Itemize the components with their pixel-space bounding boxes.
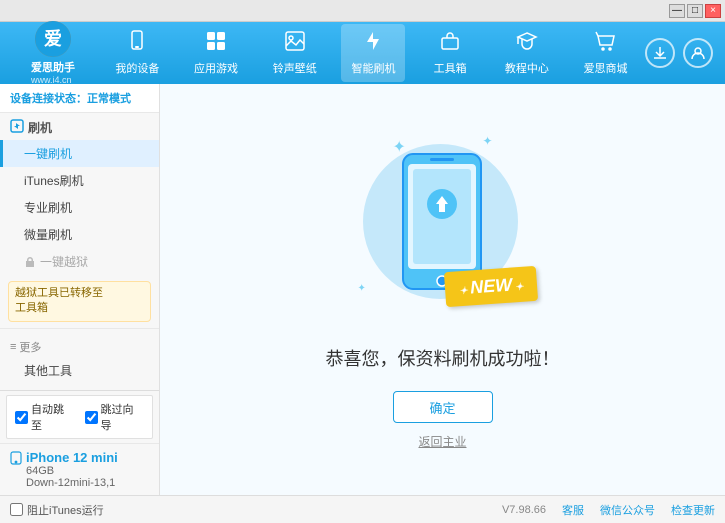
device-name: iPhone 12 mini — [10, 450, 149, 465]
bottom-bar-right: V7.98.66 客服 微信公众号 检查更新 — [502, 502, 715, 518]
toolbox-icon — [439, 30, 461, 58]
more-icon: ≡ — [10, 341, 16, 353]
nav-smart-flash[interactable]: 智能刷机 — [341, 24, 405, 82]
sidebar-item-one-click-flash[interactable]: 一键刷机 — [0, 140, 159, 167]
logo-text: 爱思助手 www.i4.cn — [31, 59, 75, 85]
sidebar-item-jailbreak-disabled: 一键越狱 — [0, 248, 159, 275]
connection-status: 设备连接状态：正常模式 — [0, 84, 159, 113]
device-firmware: Down-12mini-13,1 — [10, 477, 149, 489]
device-icon — [126, 30, 148, 58]
nav-right-controls — [645, 38, 713, 68]
sidebar-divider — [0, 328, 159, 329]
check-update-link[interactable]: 检查更新 — [671, 502, 715, 518]
new-badge: ✦ NEW ✦ — [444, 266, 539, 307]
skip-guide-checkbox[interactable] — [85, 411, 98, 424]
back-home-link[interactable]: 返回主业 — [418, 433, 466, 450]
checkboxes-container: 自动跳至 跳过向导 — [6, 395, 153, 439]
sidebar-item-itunes-flash[interactable]: iTunes刷机 — [0, 167, 159, 194]
window-controls[interactable]: — □ × — [669, 4, 721, 18]
nav-my-device[interactable]: 我的设备 — [105, 24, 169, 82]
svg-text:爱: 爱 — [44, 29, 62, 49]
close-button[interactable]: × — [705, 4, 721, 18]
auto-jump-checkbox[interactable] — [15, 411, 28, 424]
title-bar: — □ × — [0, 0, 725, 22]
flash-icon — [362, 30, 384, 58]
nav-items: 我的设备 应用游戏 铃声壁纸 智能刷机 工具箱 — [98, 24, 645, 82]
tutorial-icon — [516, 30, 538, 58]
sidebar-item-pro-flash[interactable]: 专业刷机 — [0, 194, 159, 221]
minimize-button[interactable]: — — [669, 4, 685, 18]
content-area: ✦ ✦ ✦ — [160, 84, 725, 495]
success-text: 恭喜您，保资料刷机成功啦！ — [326, 345, 560, 371]
logo-icon: 爱 — [35, 21, 71, 57]
support-link[interactable]: 客服 — [562, 502, 584, 518]
checkbox-auto-jump[interactable]: 自动跳至 — [15, 401, 75, 433]
checkbox-skip-guide[interactable]: 跳过向导 — [85, 401, 145, 433]
wechat-link[interactable]: 微信公众号 — [600, 502, 655, 518]
illustration-container: ✦ ✦ ✦ — [343, 129, 543, 329]
sidebar-item-micro-flash[interactable]: 微量刷机 — [0, 221, 159, 248]
notice-box: 越狱工具已转移至 工具箱 — [8, 281, 151, 322]
device-section: iPhone 12 mini 64GB Down-12mini-13,1 — [0, 443, 159, 495]
sidebar-more-section: ≡ 更多 — [0, 333, 159, 357]
sidebar-flash-section: 刷机 — [0, 113, 159, 140]
nav-wallpaper[interactable]: 铃声壁纸 — [263, 24, 327, 82]
version-label: V7.98.66 — [502, 504, 546, 516]
flash-section-icon — [10, 119, 24, 136]
device-storage: 64GB — [10, 465, 149, 477]
maximize-button[interactable]: □ — [687, 4, 703, 18]
sparkle-bottom-left: ✦ — [358, 283, 366, 294]
sidebar-item-download-firmware[interactable]: 下载固件 — [0, 384, 159, 390]
sidebar-item-other-tools[interactable]: 其他工具 — [0, 357, 159, 384]
stop-itunes-container: 阻止iTunes运行 — [10, 502, 104, 518]
apps-icon — [205, 30, 227, 58]
stop-itunes-label: 阻止iTunes运行 — [27, 502, 104, 518]
sidebar: 设备连接状态：正常模式 刷机 一键刷机 iTunes刷机 专业刷机 微量刷机 — [0, 84, 160, 495]
wallpaper-icon — [284, 30, 306, 58]
logo: 爱 爱思助手 www.i4.cn — [8, 21, 98, 85]
profile-button[interactable] — [683, 38, 713, 68]
nav-apps-games[interactable]: 应用游戏 — [184, 24, 248, 82]
nav-mall[interactable]: 爱思商城 — [574, 24, 638, 82]
confirm-button[interactable]: 确定 — [393, 391, 493, 423]
sparkle-top-right: ✦ — [482, 134, 492, 148]
download-button[interactable] — [645, 38, 675, 68]
stop-itunes-checkbox[interactable] — [10, 503, 23, 516]
nav-toolbox[interactable]: 工具箱 — [420, 24, 480, 82]
bottom-bar: 阻止iTunes运行 V7.98.66 客服 微信公众号 检查更新 — [0, 495, 725, 523]
nav-tutorial[interactable]: 教程中心 — [495, 24, 559, 82]
top-nav: 爱 爱思助手 www.i4.cn 我的设备 应用游戏 铃声壁纸 — [0, 22, 725, 84]
mall-icon — [595, 30, 617, 58]
